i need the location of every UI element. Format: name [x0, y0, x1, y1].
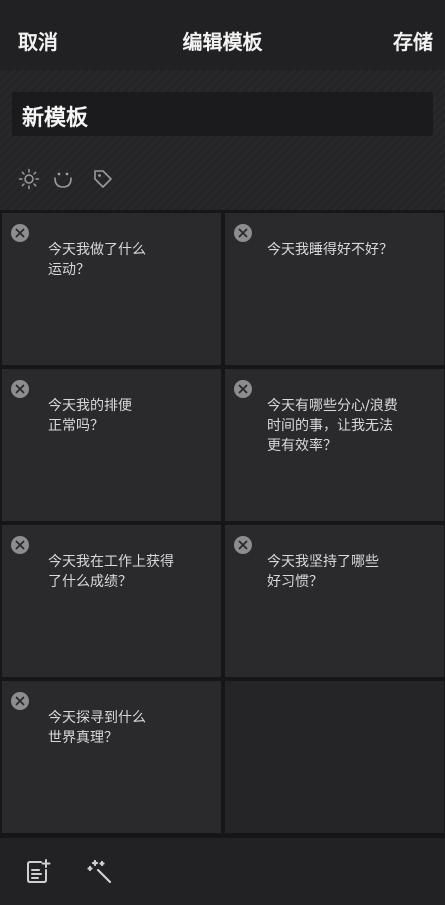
remove-question-icon[interactable]: [234, 536, 252, 554]
question-text: 今天我在工作上获得 了什么成绩？: [48, 554, 174, 590]
bottom-toolbar: [0, 838, 445, 905]
question-text: 今天我睡得好不好？: [267, 242, 393, 258]
magic-wand-icon[interactable]: [86, 858, 114, 886]
add-note-icon[interactable]: [24, 858, 52, 886]
question-card[interactable]: 今天我坚持了哪些 好习惯？: [225, 525, 444, 677]
remove-question-icon[interactable]: [11, 380, 29, 398]
remove-question-icon[interactable]: [234, 224, 252, 242]
question-grid: 今天我做了什么 运动？ 今天我睡得好不好？ 今天我的排便 正常吗？ 今天有哪些分…: [0, 210, 445, 838]
remove-question-icon[interactable]: [234, 380, 252, 398]
question-card[interactable]: 今天探寻到什么 世界真理？: [2, 681, 221, 833]
sun-icon[interactable]: [18, 168, 42, 192]
question-card[interactable]: 今天我做了什么 运动？: [2, 213, 221, 365]
remove-question-icon[interactable]: [11, 692, 29, 710]
remove-question-icon[interactable]: [11, 536, 29, 554]
page-title: 编辑模板: [182, 30, 263, 54]
question-text: 今天我做了什么 运动？: [48, 242, 146, 278]
template-name-field[interactable]: 新模板: [12, 92, 433, 136]
question-card[interactable]: 今天我的排便 正常吗？: [2, 369, 221, 521]
tag-icon[interactable]: [92, 168, 116, 192]
question-card[interactable]: 今天我睡得好不好？: [225, 213, 444, 365]
template-header: 新模板: [0, 70, 445, 210]
smile-icon[interactable]: [52, 168, 76, 192]
save-button[interactable]: 存储: [393, 26, 433, 55]
question-card[interactable]: 今天我在工作上获得 了什么成绩？: [2, 525, 221, 677]
template-name-text: 新模板: [22, 106, 89, 131]
question-text: 今天有哪些分心/浪费 时间的事，让我无法 更有效率？: [267, 398, 398, 454]
question-text: 今天我的排便 正常吗？: [48, 398, 132, 434]
question-card[interactable]: 今天有哪些分心/浪费 时间的事，让我无法 更有效率？: [225, 369, 444, 521]
remove-question-icon[interactable]: [11, 224, 29, 242]
question-text: 今天探寻到什么 世界真理？: [48, 710, 146, 746]
top-bar: 取消 编辑模板 存储: [0, 0, 445, 70]
empty-card-slot[interactable]: [225, 681, 444, 833]
question-text: 今天我坚持了哪些 好习惯？: [267, 554, 379, 590]
